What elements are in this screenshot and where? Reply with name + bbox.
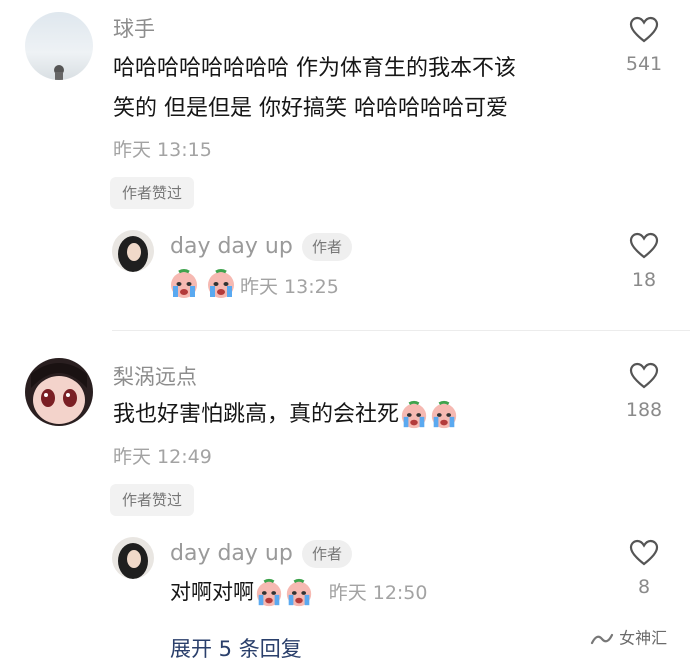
crying-face-emoji [401, 400, 427, 429]
heart-outline-icon [629, 16, 659, 43]
author-liked-badge: 作者赞过 [110, 484, 195, 516]
watermark: 女神汇 [590, 628, 667, 650]
like-button[interactable]: 541 [614, 16, 674, 76]
like-count: 18 [631, 269, 657, 291]
reply-time: 昨天 12:50 [328, 582, 428, 604]
like-button[interactable]: 8 [614, 539, 674, 599]
author-liked-badge: 作者赞过 [110, 177, 195, 209]
comment-time: 昨天 12:49 [113, 446, 212, 468]
comment-time: 昨天 13:15 [113, 139, 212, 161]
avatar-image [54, 65, 64, 80]
reply-text: 对啊对啊 昨天 12:50 [170, 572, 427, 612]
reply-emojis [168, 268, 237, 302]
author-tag: 作者 [302, 540, 353, 568]
avatar-reply-author[interactable] [112, 537, 154, 579]
wechat-channel-icon [590, 633, 614, 644]
like-count: 8 [637, 576, 651, 598]
avatar-commenter-2[interactable] [25, 358, 93, 426]
heart-outline-icon [629, 362, 659, 389]
avatar-commenter-1[interactable] [25, 12, 93, 80]
crying-face-emoji [256, 578, 282, 607]
reply-author-name[interactable]: day day up [170, 234, 293, 260]
reply-author-name[interactable]: day day up [170, 541, 293, 567]
avatar-reply-author[interactable] [112, 230, 154, 272]
crying-face-emoji [286, 578, 312, 607]
heart-outline-icon [629, 539, 659, 566]
avatar-image [31, 363, 87, 424]
like-count: 541 [625, 53, 663, 75]
reply-text-body: 对啊对啊 [170, 580, 254, 604]
expand-replies-link[interactable]: 展开 5 条回复 [170, 636, 302, 662]
like-count: 188 [625, 399, 663, 421]
like-button[interactable]: 188 [614, 362, 674, 422]
watermark-text: 女神汇 [619, 628, 668, 648]
crying-face-emoji [431, 400, 457, 429]
comment-text: 我也好害怕跳高，真的会社死 [113, 394, 459, 436]
like-button[interactable]: 18 [614, 232, 674, 292]
commenter-name[interactable]: 梨涡远点 [113, 364, 197, 390]
comment-divider [112, 330, 690, 331]
crying-face-emoji [171, 269, 197, 298]
crying-face-emoji [208, 269, 235, 298]
reply-time: 昨天 13:25 [240, 276, 339, 298]
comment-text-line-1: 哈哈哈哈哈哈哈哈 作为体育生的我本不该 [113, 56, 516, 81]
author-tag: 作者 [302, 233, 353, 261]
avatar-image [118, 543, 148, 579]
comment-text-body: 我也好害怕跳高，真的会社死 [113, 402, 400, 427]
avatar-image [118, 236, 148, 272]
commenter-name[interactable]: 球手 [113, 16, 155, 42]
heart-outline-icon [629, 232, 659, 259]
comment-text-line-2: 笑的 但是但是 你好搞笑 哈哈哈哈哈可爱 [113, 96, 508, 121]
